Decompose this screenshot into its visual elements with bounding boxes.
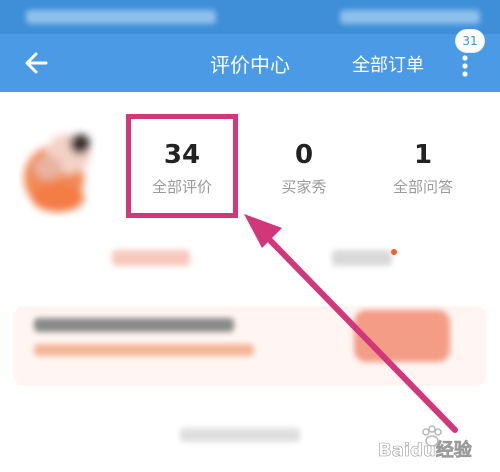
status-bar-left-blur (26, 10, 216, 24)
promo-banner[interactable] (14, 306, 486, 386)
all-orders-link[interactable]: 全部订单 (352, 51, 424, 77)
stat-all-qa-label: 全部问答 (392, 178, 453, 196)
stat-buyer-show[interactable]: 0 买家秀 (249, 140, 359, 197)
status-bar-right-blur (340, 10, 480, 24)
stat-buyer-show-value: 0 (294, 140, 314, 170)
promo-line-1 (34, 318, 234, 332)
baidu-watermark-logo: Baidu经验 (378, 425, 473, 461)
more-vertical-icon[interactable] (460, 48, 470, 80)
blurred-footer-text (180, 428, 300, 442)
stat-all-qa[interactable]: 1 全部问答 (368, 140, 478, 197)
highlight-box (126, 114, 238, 218)
notification-badge: 31 (456, 30, 484, 52)
promo-image (354, 310, 450, 362)
blurred-text-right (332, 250, 392, 266)
blurred-text-left (112, 250, 190, 266)
status-bar (0, 0, 500, 34)
watermark-text: Baidu经验 (378, 439, 473, 461)
promo-line-2 (34, 344, 254, 356)
red-dot (391, 249, 397, 255)
page-title: 评价中心 (210, 53, 290, 77)
avatar[interactable] (18, 118, 102, 218)
stat-buyer-show-label: 买家秀 (281, 178, 327, 196)
stat-all-qa-value: 1 (413, 140, 433, 170)
app-header: 评价中心 全部订单 31 (0, 30, 500, 92)
